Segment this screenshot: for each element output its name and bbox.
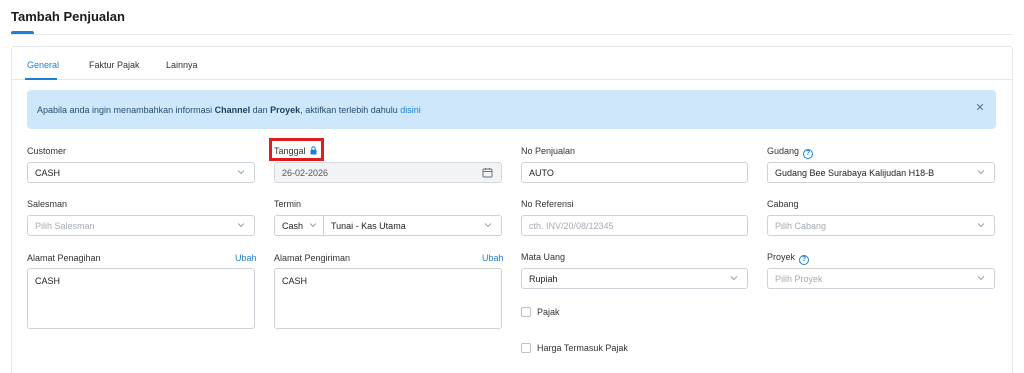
alert-channel-text: Channel [214, 105, 251, 115]
proyek-label-text: Proyek [767, 252, 796, 262]
chevron-down-icon [237, 223, 245, 228]
chevron-down-icon [977, 276, 985, 281]
no-referensi-label: No Referensi [521, 199, 574, 209]
tanggal-highlight-box [269, 138, 324, 161]
no-penjualan-input[interactable]: AUTO [521, 162, 748, 183]
tab-faktur-pajak[interactable]: Faktur Pajak [89, 60, 140, 70]
gudang-label: Gudang? [767, 146, 814, 159]
ubah-pengiriman-link[interactable]: Ubah [482, 253, 504, 263]
alert-text-and: dan [250, 105, 271, 115]
alamat-pengiriman-label: Alamat Pengiriman [274, 253, 351, 263]
termin-account-value: Tunai - Kas Utama [331, 221, 406, 231]
ubah-penagihan-link[interactable]: Ubah [235, 253, 257, 263]
mata-uang-select[interactable]: Rupiah [521, 268, 748, 289]
cabang-placeholder: Pilih Cabang [775, 221, 827, 231]
tab-lainnya[interactable]: Lainnya [166, 60, 198, 70]
calendar-icon[interactable] [482, 167, 493, 178]
cabang-label: Cabang [767, 199, 799, 209]
alert-text-before: Apabila anda ingin menambahkan informasi [37, 105, 215, 115]
chevron-down-icon [237, 170, 245, 175]
customer-select[interactable]: CASH [27, 162, 255, 183]
alamat-penagihan-textarea[interactable]: CASH [27, 268, 255, 329]
tab-bar: General Faktur Pajak Lainnya [12, 47, 1012, 80]
close-icon[interactable]: ✕ [974, 102, 986, 114]
tab-general[interactable]: General [27, 60, 59, 70]
help-icon[interactable]: ? [803, 149, 814, 159]
alert-message: Apabila anda ingin menambahkan informasi… [37, 105, 421, 115]
info-alert: Apabila anda ingin menambahkan informasi… [27, 90, 996, 129]
gudang-value: Gudang Bee Surabaya Kalijudan H18-B [775, 168, 935, 178]
salesman-placeholder: Pilih Salesman [35, 221, 95, 231]
no-penjualan-value: AUTO [529, 168, 554, 178]
customer-label: Customer [27, 146, 67, 156]
alert-proyek-text: Proyek [270, 105, 301, 115]
proyek-placeholder: Pilih Proyek [775, 274, 823, 284]
customer-value: CASH [35, 168, 61, 178]
chevron-down-icon [977, 223, 985, 228]
harga-termasuk-pajak-checkbox[interactable] [521, 343, 531, 353]
gudang-label-text: Gudang [767, 146, 800, 156]
harga-termasuk-pajak-label: Harga Termasuk Pajak [537, 343, 628, 353]
proyek-select[interactable]: Pilih Proyek [767, 268, 995, 289]
chevron-down-icon [309, 223, 317, 228]
no-penjualan-label: No Penjualan [521, 146, 576, 156]
active-tab-indicator [25, 78, 57, 80]
proyek-label: Proyek? [767, 252, 810, 265]
chevron-down-icon [730, 276, 738, 281]
no-referensi-input[interactable]: cth. INV/20/08/12345 [521, 215, 748, 236]
alamat-pengiriman-value: CASH [282, 276, 308, 286]
alert-text-after: , aktifkan terlebih dahulu [300, 105, 401, 115]
no-referensi-placeholder: cth. INV/20/08/12345 [529, 221, 614, 231]
salesman-label: Salesman [27, 199, 68, 209]
alamat-pengiriman-textarea[interactable]: CASH [274, 268, 502, 329]
termin-account-select[interactable]: Tunai - Kas Utama [324, 216, 501, 235]
chevron-down-icon [977, 170, 985, 175]
page-title: Tambah Penjualan [11, 9, 125, 24]
cabang-select[interactable]: Pilih Cabang [767, 215, 995, 236]
termin-field: Cash Tunai - Kas Utama [274, 215, 502, 236]
termin-type-value: Cash [282, 221, 304, 231]
mata-uang-value: Rupiah [529, 274, 558, 284]
pajak-label: Pajak [537, 307, 560, 317]
tanggal-value: 26-02-2026 [282, 168, 329, 178]
mata-uang-label: Mata Uang [521, 252, 566, 262]
title-divider [11, 34, 1013, 35]
tanggal-input[interactable]: 26-02-2026 [274, 162, 502, 183]
termin-type-select[interactable]: Cash [275, 216, 323, 235]
pajak-checkbox[interactable] [521, 307, 531, 317]
help-icon[interactable]: ? [799, 255, 810, 265]
termin-label: Termin [274, 199, 302, 209]
alamat-penagihan-value: CASH [35, 276, 61, 286]
gudang-select[interactable]: Gudang Bee Surabaya Kalijudan H18-B [767, 162, 995, 183]
chevron-down-icon [484, 223, 492, 228]
alert-link-disini[interactable]: disini [400, 105, 421, 115]
salesman-select[interactable]: Pilih Salesman [27, 215, 255, 236]
alamat-penagihan-label: Alamat Penagihan [27, 253, 101, 263]
